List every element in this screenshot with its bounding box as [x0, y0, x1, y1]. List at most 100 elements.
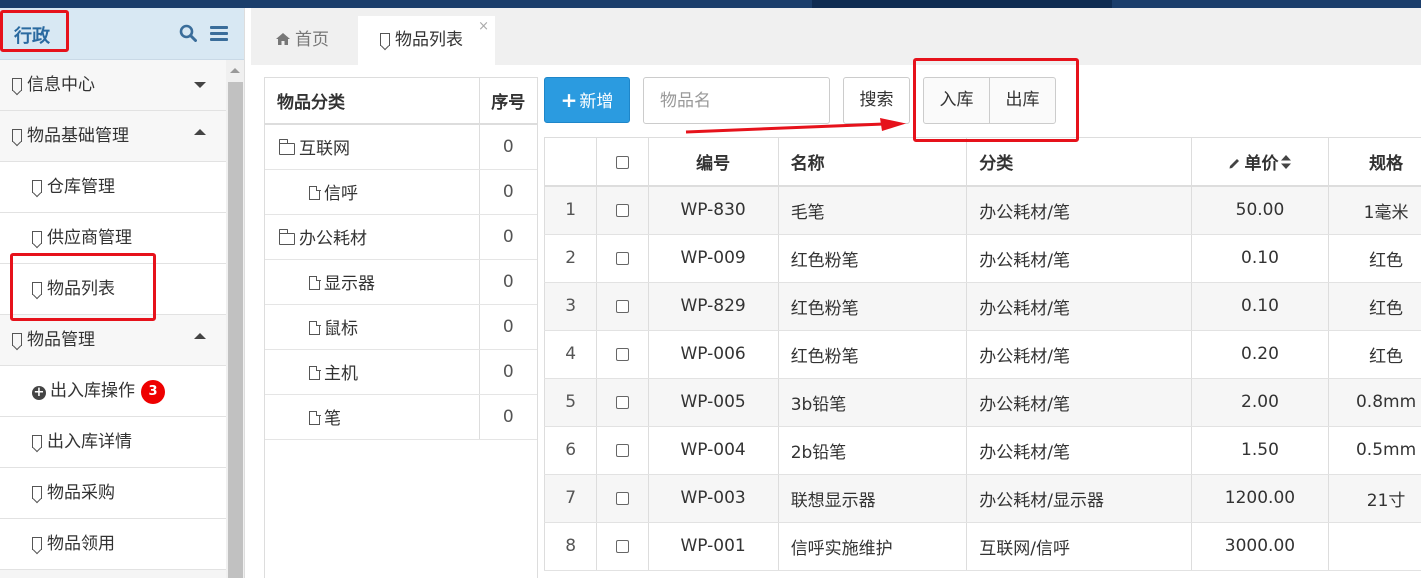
- bookmark-icon: [32, 435, 42, 448]
- row-number: 6: [544, 426, 598, 475]
- sidebar-item-label: 物品领用: [47, 534, 115, 554]
- table-row[interactable]: 1 WP-830 毛笔 办公耗材/笔 50.00 1毫米: [544, 186, 1421, 235]
- row-checkbox[interactable]: [615, 540, 629, 553]
- caret-up-icon[interactable]: [194, 333, 206, 339]
- item-category: 办公耗材/笔: [966, 186, 1192, 235]
- header-category[interactable]: 分类: [966, 138, 1192, 187]
- tab-item-list-label: 物品列表: [395, 30, 463, 50]
- category-name-cell[interactable]: 办公耗材: [265, 214, 479, 260]
- table-row[interactable]: 6 WP-004 2b铅笔 办公耗材/笔 1.50 0.5mm: [544, 426, 1421, 475]
- row-checkbox-cell[interactable]: [596, 426, 649, 475]
- tab-home[interactable]: 首页: [251, 16, 357, 65]
- row-checkbox[interactable]: [615, 444, 629, 457]
- row-number: 7: [544, 474, 598, 523]
- sidebar-item-text: 物品采购: [32, 468, 115, 519]
- category-name-cell[interactable]: 鼠标: [265, 304, 479, 350]
- category-name-cell[interactable]: 主机: [265, 349, 479, 395]
- row-checkbox[interactable]: [615, 348, 629, 361]
- item-spec: 21寸: [1328, 474, 1421, 523]
- table-row[interactable]: 5 WP-005 3b铅笔 办公耗材/笔 2.00 0.8mm: [544, 378, 1421, 427]
- category-row[interactable]: 鼠标 0: [265, 304, 537, 350]
- row-checkbox-cell[interactable]: [596, 330, 649, 379]
- sidebar-item[interactable]: 物品领用: [0, 519, 226, 570]
- sidebar-item-label: 信息中心: [27, 75, 95, 95]
- category-row[interactable]: 互联网 0: [265, 124, 537, 170]
- category-name-cell[interactable]: 显示器: [265, 259, 479, 305]
- item-category: 办公耗材/笔: [966, 234, 1192, 283]
- sidebar-item-label: 物品基础管理: [27, 126, 129, 146]
- sidebar-scrollbar[interactable]: [226, 60, 244, 578]
- bookmark-icon: [32, 180, 42, 193]
- bookmark-icon: [32, 537, 42, 550]
- category-name-cell[interactable]: 互联网: [265, 124, 479, 170]
- category-name: 鼠标: [324, 319, 358, 339]
- tab-item-list[interactable]: 物品列表 ×: [358, 16, 495, 65]
- caret-up-icon[interactable]: [194, 129, 206, 135]
- category-order: 0: [478, 304, 537, 350]
- table-row[interactable]: 7 WP-003 联想显示器 办公耗材/显示器 1200.00 21寸: [544, 474, 1421, 523]
- add-button[interactable]: + 新增: [544, 77, 630, 123]
- select-all-checkbox[interactable]: [615, 155, 629, 169]
- item-code: WP-009: [648, 234, 779, 283]
- header-name[interactable]: 名称: [778, 138, 968, 187]
- scroll-up-icon[interactable]: [230, 68, 240, 73]
- category-name-cell[interactable]: 笔: [265, 394, 479, 440]
- row-checkbox[interactable]: [615, 396, 629, 409]
- folder-icon: [278, 139, 295, 156]
- item-spec: 1毫米: [1328, 186, 1421, 235]
- category-order: 0: [478, 124, 537, 170]
- row-checkbox[interactable]: [615, 492, 629, 505]
- item-name: 信呼实施维护: [778, 522, 968, 571]
- close-icon[interactable]: ×: [478, 2, 489, 51]
- item-spec: 0.5mm: [1328, 426, 1421, 475]
- pencil-icon: [1229, 159, 1240, 169]
- file-icon: [309, 410, 321, 425]
- item-price: 0.10: [1191, 234, 1330, 283]
- item-name: 2b铅笔: [778, 426, 968, 475]
- table-row[interactable]: 4 WP-006 红色粉笔 办公耗材/笔 0.20 红色: [544, 330, 1421, 379]
- row-checkbox[interactable]: [615, 204, 629, 218]
- category-row[interactable]: 笔0: [265, 394, 537, 440]
- item-spec: 0.8mm: [1328, 378, 1421, 427]
- item-code: WP-006: [648, 330, 779, 379]
- row-checkbox-cell[interactable]: [596, 282, 649, 331]
- sidebar-item[interactable]: + 出入库操作 3: [0, 366, 226, 417]
- table-row[interactable]: 8 WP-001 信呼实施维护 互联网/信呼 3000.00: [544, 522, 1421, 571]
- sidebar-item-text: 物品领用: [32, 519, 115, 570]
- item-name: 毛笔: [778, 186, 968, 235]
- item-category: 办公耗材/笔: [966, 330, 1192, 379]
- sidebar-item-label: 出入库操作: [50, 381, 135, 401]
- item-code: WP-003: [648, 474, 779, 523]
- search-icon[interactable]: [179, 24, 197, 42]
- sort-icon[interactable]: [1281, 155, 1292, 169]
- sidebar-item[interactable]: 出入库详情: [0, 417, 226, 468]
- sidebar-item[interactable]: 物品基础管理: [0, 111, 226, 162]
- item-code: WP-829: [648, 282, 779, 331]
- category-name-cell[interactable]: 信呼: [265, 169, 479, 215]
- row-checkbox-cell[interactable]: [596, 474, 649, 523]
- header-spec[interactable]: 规格: [1328, 138, 1421, 187]
- sidebar-item[interactable]: 物品采购: [0, 468, 226, 519]
- header-price[interactable]: 单价: [1191, 138, 1330, 187]
- row-checkbox-cell[interactable]: [596, 234, 649, 283]
- row-checkbox[interactable]: [615, 252, 629, 265]
- sidebar-item[interactable]: 信息中心: [0, 60, 226, 111]
- row-checkbox-cell[interactable]: [596, 378, 649, 427]
- table-row[interactable]: 3 WP-829 红色粉笔 办公耗材/笔 0.10 红色: [544, 282, 1421, 331]
- row-number: 2: [544, 234, 598, 283]
- table-row[interactable]: 2 WP-009 红色粉笔 办公耗材/笔 0.10 红色: [544, 234, 1421, 283]
- sidebar-item[interactable]: 仓库管理: [0, 162, 226, 213]
- row-checkbox-cell[interactable]: [596, 186, 649, 235]
- category-row[interactable]: 信呼 0: [265, 169, 537, 215]
- category-row[interactable]: 办公耗材 0: [265, 214, 537, 260]
- category-name: 显示器: [324, 274, 375, 294]
- scrollbar-thumb[interactable]: [228, 82, 243, 578]
- caret-down-icon[interactable]: [194, 82, 206, 88]
- menu-icon[interactable]: [210, 26, 228, 41]
- row-checkbox-cell[interactable]: [596, 522, 649, 571]
- category-row[interactable]: 显示器 0: [265, 259, 537, 305]
- sidebar-item[interactable]: 物品管理: [0, 315, 226, 366]
- header-code[interactable]: 编号: [648, 138, 779, 187]
- row-checkbox[interactable]: [615, 300, 629, 313]
- category-row[interactable]: 主机 0: [265, 349, 537, 395]
